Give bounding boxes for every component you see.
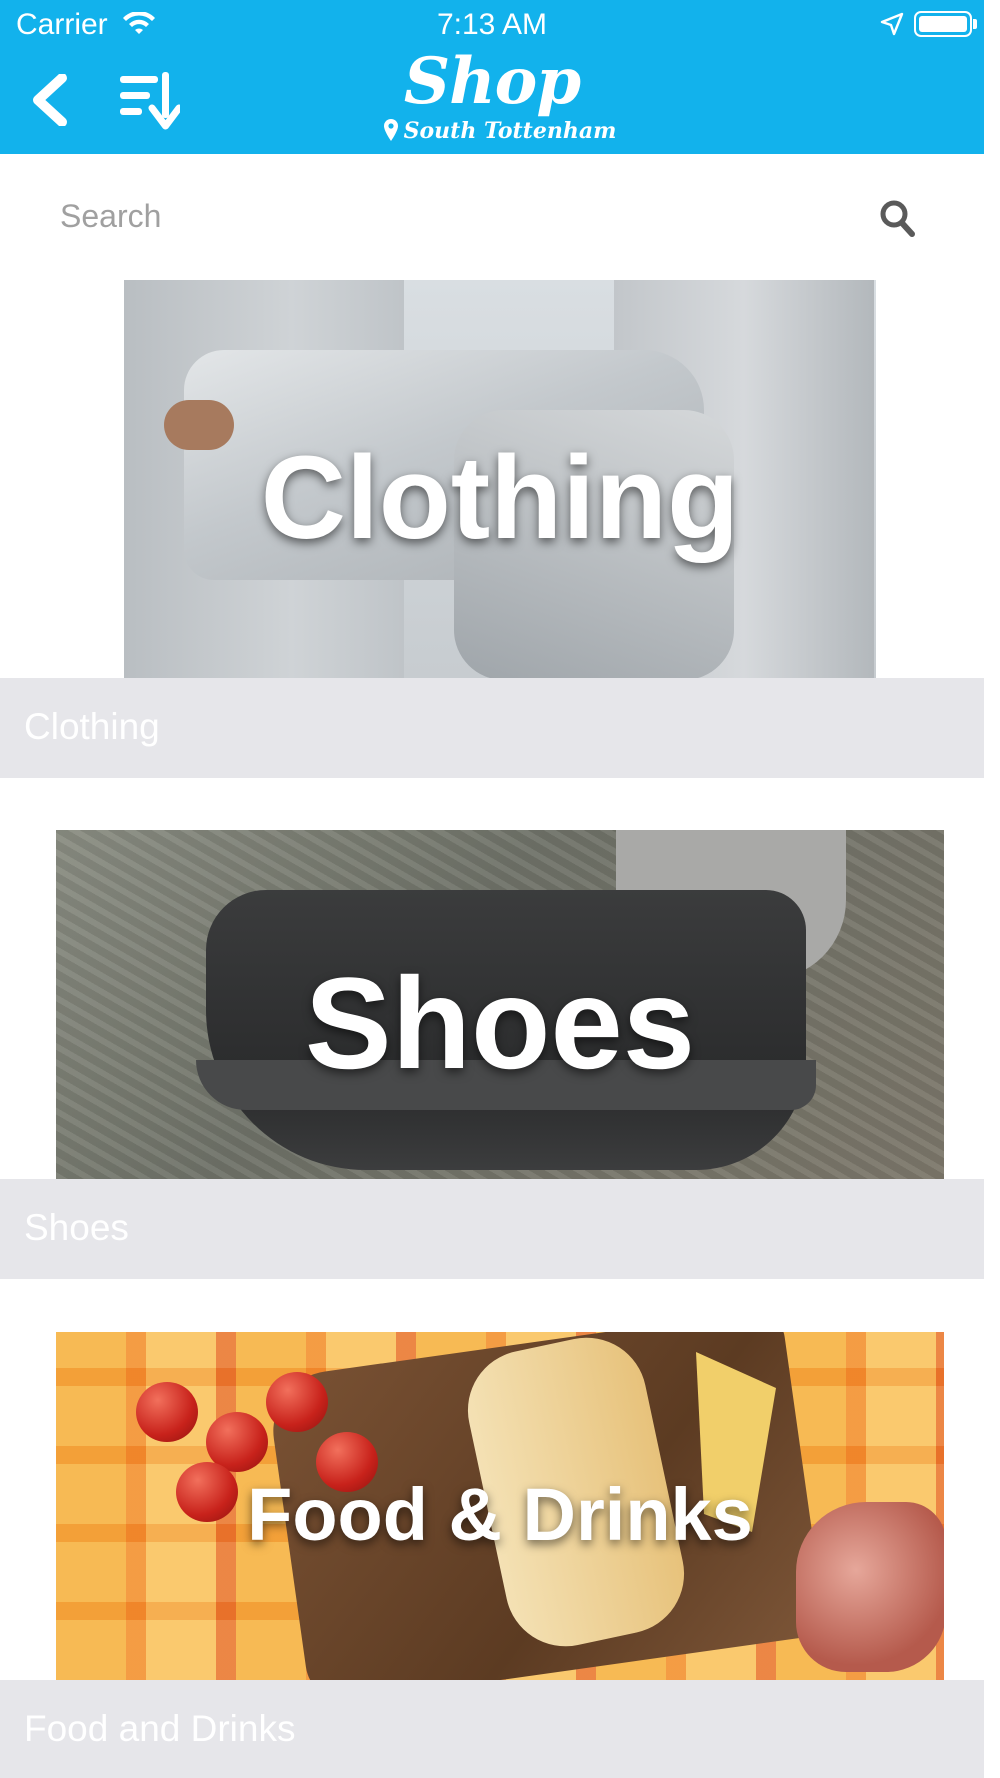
category-label-bar: Shoes [0,1179,984,1279]
category-banner-text: Shoes [304,950,696,1096]
location-arrow-icon [880,12,904,41]
location-subtitle: South Tottenham [0,118,984,147]
category-label: Food and Drinks [24,1708,296,1749]
status-bar: Carrier 7:13 AM [0,0,984,48]
category-label-bar: Food and Drinks [0,1680,984,1778]
battery-icon [914,11,972,37]
nav-bar: Shop South Tottenham [0,44,984,154]
category-banner-text: Clothing [260,432,740,564]
search-bar [0,154,984,278]
category-card-food-and-drinks[interactable]: Food & Drinks Food and Drinks [0,1280,984,1778]
category-label: Clothing [24,706,160,747]
category-image-food-and-drinks[interactable]: Food & Drinks [56,1332,944,1680]
search-input[interactable] [60,194,860,238]
location-name: South Tottenham [403,118,617,144]
clock: 7:13 AM [436,8,548,41]
category-banner-text: Food & Drinks [247,1473,753,1556]
category-image-shoes[interactable]: Shoes [56,830,944,1179]
battery-nub [973,19,977,29]
search-icon[interactable] [880,200,916,243]
map-pin-icon [383,119,398,147]
category-label: Shoes [24,1207,129,1248]
category-image-clothing[interactable]: Clothing [124,280,876,678]
page-title: Shop [403,44,581,119]
shop-screen: Carrier 7:13 AM Shop South Tottenham Sea… [0,0,984,1778]
category-label-bar: Clothing [0,678,984,778]
category-card-shoes[interactable]: Shoes Shoes [0,780,984,1280]
category-card-clothing[interactable]: Clothing Clothing [0,278,984,780]
